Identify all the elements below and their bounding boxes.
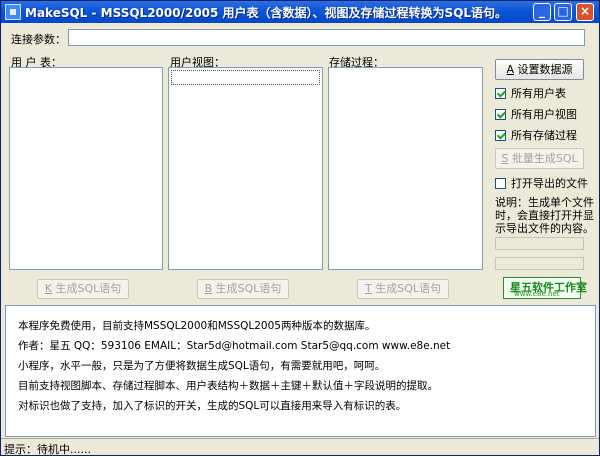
info-line-2: 作者：星五 QQ：593106 EMAIL：Star5d@hotmail.com… <box>18 340 451 352</box>
minimize-button[interactable]: _ <box>533 3 551 21</box>
studio-logo[interactable]: 星五软件工作室 www.e8e.net <box>503 277 587 299</box>
shortcut-key: A <box>506 63 515 76</box>
batch-generate-button[interactable]: S 批量生成SQL <box>495 148 584 169</box>
info-line-4: 目前支持视图脚本、存储过程脚本、用户表结构＋数据＋主键＋默认值＋字段说明的提取。 <box>18 380 438 392</box>
button-label: 设置数据源 <box>514 63 573 76</box>
generate-tables-sql-button[interactable]: K 生成SQL语句 <box>37 279 129 299</box>
all-procs-checkbox[interactable]: 所有存储过程 <box>495 127 577 143</box>
info-line-5: 对标识也做了支持，加入了标识的开关，生成的SQL可以直接用来导入有标识的表。 <box>18 400 407 412</box>
progress-bar-1 <box>495 237 584 250</box>
checkbox-label: 打开导出的文件 <box>511 177 588 190</box>
maximize-button[interactable]: □ <box>554 3 572 21</box>
connection-input[interactable] <box>68 29 585 46</box>
checkbox-box[interactable] <box>495 178 506 189</box>
title-bar[interactable]: MakeSQL - MSSQL2000/2005 用户表（含数据）、视图及存储过… <box>1 1 599 23</box>
button-label: 生成SQL语句 <box>212 282 282 295</box>
button-label: 批量生成SQL <box>508 152 578 165</box>
close-button[interactable]: × <box>576 3 594 21</box>
note-line-3: 示导出文件的内容。 <box>495 222 594 235</box>
checkbox-label: 所有存储过程 <box>511 129 577 142</box>
tables-list[interactable] <box>9 67 163 270</box>
logo-url: www.e8e.net <box>514 290 560 298</box>
views-list[interactable] <box>168 67 323 270</box>
window-title: MakeSQL - MSSQL2000/2005 用户表（含数据）、视图及存储过… <box>25 6 508 20</box>
shortcut-key: K <box>44 282 52 295</box>
info-line-1: 本程序免费使用，目前支持MSSQL2000和MSSQL2005两种版本的数据库。 <box>18 320 376 332</box>
focus-rect <box>171 70 320 85</box>
app-icon <box>5 4 21 20</box>
checkbox-label: 所有用户表 <box>511 87 566 100</box>
main-window: MakeSQL - MSSQL2000/2005 用户表（含数据）、视图及存储过… <box>0 0 600 456</box>
set-datasource-button[interactable]: A 设置数据源 <box>495 59 584 80</box>
generate-procs-sql-button[interactable]: T 生成SQL语句 <box>357 279 449 299</box>
info-line-3: 小程序，水平一般，只是为了方便将数据生成SQL语句，有需要就用吧，呵呵。 <box>18 360 386 372</box>
checkbox-box[interactable] <box>495 88 506 99</box>
button-label: 生成SQL语句 <box>51 282 122 295</box>
procs-list[interactable] <box>328 67 483 270</box>
info-textbox[interactable]: 本程序免费使用，目前支持MSSQL2000和MSSQL2005两种版本的数据库。… <box>5 305 596 437</box>
checkbox-box[interactable] <box>495 130 506 141</box>
checkbox-label: 所有用户视图 <box>511 108 577 121</box>
generate-views-sql-button[interactable]: B 生成SQL语句 <box>197 279 289 299</box>
all-views-checkbox[interactable]: 所有用户视图 <box>495 106 577 122</box>
progress-bar-2 <box>495 257 584 270</box>
status-bar: 提示：待机中...... <box>1 438 599 457</box>
all-tables-checkbox[interactable]: 所有用户表 <box>495 85 566 101</box>
open-exported-file-checkbox[interactable]: 打开导出的文件 <box>495 175 588 191</box>
shortcut-key: T <box>365 282 372 295</box>
connection-label: 连接参数： <box>11 33 66 46</box>
button-label: 生成SQL语句 <box>371 282 441 295</box>
checkbox-box[interactable] <box>495 109 506 120</box>
status-text: 提示：待机中...... <box>4 443 91 456</box>
shortcut-key: B <box>204 282 213 295</box>
